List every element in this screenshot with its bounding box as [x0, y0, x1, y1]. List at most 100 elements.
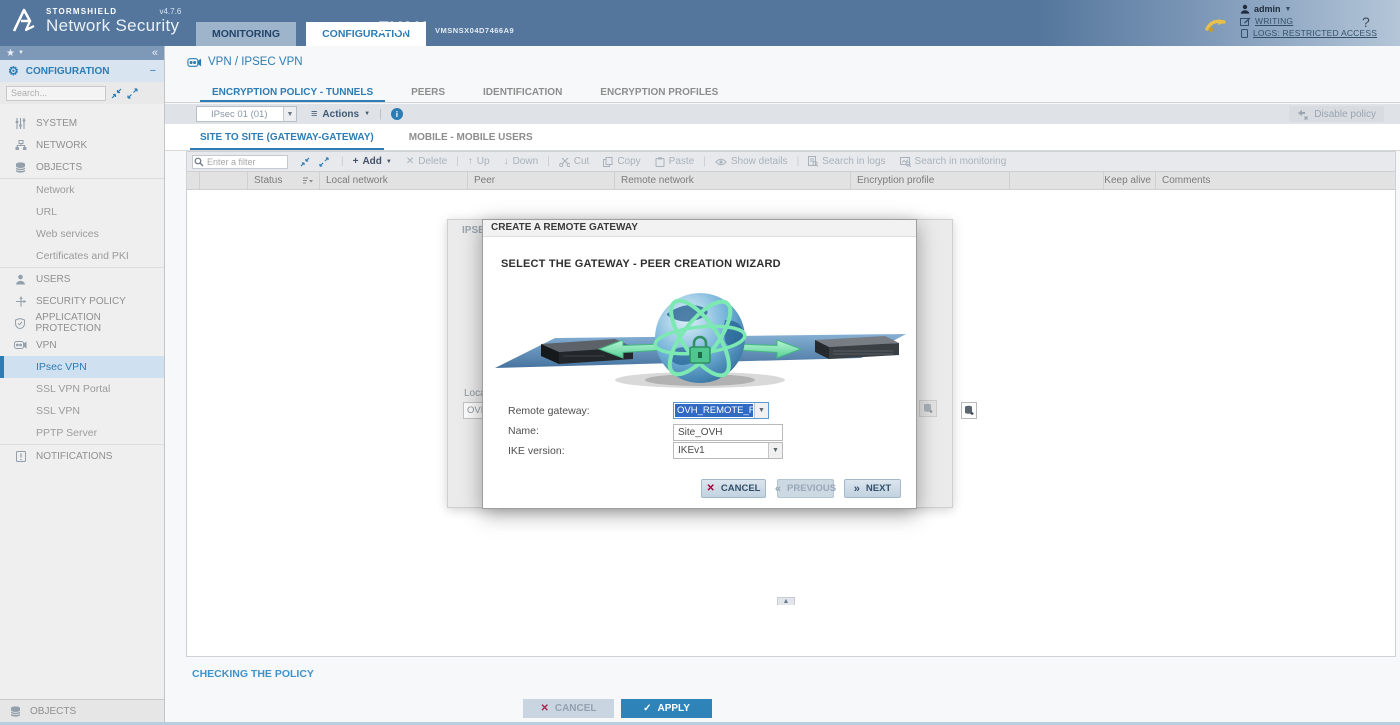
sidebar-item-network[interactable]: NETWORK	[0, 134, 164, 156]
subtab-mobile-users[interactable]: MOBILE - MOBILE USERS	[399, 124, 543, 150]
col-drag-handle	[187, 172, 200, 189]
policy-select[interactable]: IPsec 01 (01) ▼	[196, 106, 297, 122]
show-details-button[interactable]: Show details	[715, 156, 788, 167]
sidebar-collapse-icon[interactable]: «	[152, 47, 158, 59]
tab-encryption-profiles[interactable]: ENCRYPTION PROFILES	[588, 83, 730, 102]
paste-icon	[655, 157, 665, 167]
col-encryption-profile[interactable]: Encryption profile	[851, 172, 1010, 189]
checking-policy-link[interactable]: CHECKING THE POLICY	[192, 668, 314, 680]
sidebar-footer-objects[interactable]: OBJECTS	[0, 699, 164, 722]
filter-input[interactable]	[192, 155, 288, 169]
subtab-site-to-site[interactable]: SITE TO SITE (GATEWAY-GATEWAY)	[190, 124, 384, 150]
col-status[interactable]: Status	[248, 172, 320, 189]
copy-button[interactable]: Copy	[603, 156, 640, 167]
paste-button[interactable]: Paste	[655, 156, 695, 167]
sidebar-item-vpn[interactable]: VPN	[0, 334, 164, 356]
add-button[interactable]: + Add ▼	[353, 156, 392, 167]
expand-all-icon[interactable]	[127, 88, 138, 99]
chevron-down-icon: ▼	[364, 111, 370, 117]
info-icon[interactable]: i	[391, 108, 403, 120]
sidebar-item-system[interactable]: SYSTEM	[0, 112, 164, 134]
col-comments[interactable]: Comments	[1156, 172, 1395, 189]
actions-menu-button[interactable]: ≡ Actions ▼	[311, 108, 370, 120]
sidebar-item-certificates[interactable]: Certificates and PKI	[0, 245, 164, 267]
collapse-all-icon[interactable]	[111, 88, 122, 99]
remote-gateway-combobox[interactable]: OVH_REMOTE_FW ▼	[673, 402, 769, 419]
panel-collapse-chevron[interactable]: ▲	[777, 597, 795, 605]
apply-button[interactable]: ✓ APPLY	[621, 699, 712, 718]
sidebar-item-notifications[interactable]: NOTIFICATIONS	[0, 445, 164, 467]
logs-access-icon	[1240, 29, 1249, 38]
user-menu-caret-icon[interactable]: ▼	[1285, 6, 1292, 13]
tab-encryption-policy-tunnels[interactable]: ENCRYPTION POLICY - TUNNELS	[200, 83, 385, 102]
breadcrumb: VPN / IPSEC VPN	[187, 56, 303, 68]
wizard-cancel-button[interactable]: ✕ CANCEL	[701, 479, 766, 498]
sidebar-item-ipsec-vpn[interactable]: IPsec VPN	[0, 356, 164, 378]
tab-monitoring[interactable]: MONITORING	[196, 22, 296, 46]
chevron-down-icon[interactable]: ▼	[754, 403, 768, 418]
gear-icon: ⚙	[8, 64, 19, 78]
x-icon: ✕	[406, 156, 414, 167]
favorites-caret-icon[interactable]: ▼	[18, 50, 24, 56]
wizard-next-button[interactable]: » NEXT	[844, 479, 901, 498]
collapse-minus-icon[interactable]: −	[150, 65, 156, 77]
delete-button[interactable]: ✕ Delete	[406, 156, 447, 167]
chevron-down-icon[interactable]: ▼	[283, 107, 296, 121]
favorites-star-icon[interactable]: ★	[6, 48, 15, 59]
top-header: STORMSHIELD Network Security v4.7.6 MONI…	[0, 0, 1400, 46]
help-icon[interactable]: ?	[1362, 14, 1370, 30]
sidebar-search-input[interactable]	[6, 86, 106, 101]
sidebar-menu: SYSTEM NETWORK OBJECTS Network URL Web s…	[0, 112, 164, 467]
move-up-button[interactable]: ↑ Up	[468, 156, 490, 167]
eye-icon	[715, 158, 727, 166]
sidebar-item-ssl-vpn[interactable]: SSL VPN	[0, 400, 164, 422]
wizard-previous-button[interactable]: « PREVIOUS	[777, 479, 834, 498]
chevron-down-icon[interactable]: ▼	[768, 443, 782, 458]
session-hand-icon	[1205, 16, 1228, 33]
object-picker-button[interactable]	[961, 402, 977, 419]
sidebar: ★ ▼ « ⚙ CONFIGURATION − SYST	[0, 46, 165, 725]
sidebar-item-web-services[interactable]: Web services	[0, 223, 164, 245]
sidebar-item-objects[interactable]: OBJECTS	[0, 156, 164, 178]
col-keep-alive[interactable]: Keep alive	[1104, 172, 1156, 189]
move-down-button[interactable]: ↓ Down	[504, 156, 539, 167]
username[interactable]: admin	[1254, 4, 1281, 14]
sidebar-item-label: NETWORK	[36, 140, 87, 151]
sidebar-item-ssl-vpn-portal[interactable]: SSL VPN Portal	[0, 378, 164, 400]
col-local-network[interactable]: Local network	[320, 172, 468, 189]
user-icon	[14, 274, 27, 285]
tab-peers[interactable]: PEERS	[399, 83, 457, 102]
tab-identification[interactable]: IDENTIFICATION	[471, 83, 574, 102]
search-in-logs-button[interactable]: Search in logs	[808, 156, 885, 167]
sidebar-item-url[interactable]: URL	[0, 201, 164, 223]
device-serial: VMSNSX04D7466A9	[435, 26, 514, 35]
search-logs-icon	[808, 156, 818, 167]
search-in-monitoring-button[interactable]: Search in monitoring	[900, 156, 1007, 167]
sidebar-item-application-protection[interactable]: APPLICATION PROTECTION	[0, 312, 164, 334]
ike-version-select[interactable]: IKEv1 ▼	[673, 442, 783, 459]
network-icon	[14, 140, 27, 151]
col-remote-network[interactable]: Remote network	[615, 172, 851, 189]
cut-button[interactable]: Cut	[559, 156, 590, 167]
disable-policy-icon	[1297, 109, 1309, 120]
sidebar-item-network-sub[interactable]: Network	[0, 179, 164, 201]
collapse-rows-icon[interactable]	[300, 157, 310, 167]
sort-icon[interactable]	[302, 176, 313, 185]
sidebar-favorites-bar: ★ ▼ «	[0, 46, 164, 60]
sidebar-item-users[interactable]: USERS	[0, 268, 164, 290]
brand-name-large: Network Security	[46, 16, 179, 36]
sidebar-footer: OBJECTS	[0, 699, 164, 722]
x-icon: ✕	[540, 703, 548, 714]
sidebar-item-label: OBJECTS	[36, 162, 82, 173]
cancel-button[interactable]: ✕ CANCEL	[523, 699, 614, 718]
name-input[interactable]	[673, 424, 783, 441]
expand-rows-icon[interactable]	[319, 157, 329, 167]
sidebar-item-security-policy[interactable]: SECURITY POLICY	[0, 290, 164, 312]
writing-mode-link[interactable]: WRITING	[1255, 16, 1293, 26]
plus-icon: +	[353, 156, 359, 167]
logs-access-link[interactable]: LOGS: RESTRICTED ACCESS	[1253, 28, 1377, 38]
sidebar-item-pptp-server[interactable]: PPTP Server	[0, 422, 164, 444]
col-peer[interactable]: Peer	[468, 172, 615, 189]
disable-policy-button[interactable]: Disable policy	[1289, 106, 1384, 122]
sidebar-configuration-header[interactable]: ⚙ CONFIGURATION −	[0, 60, 164, 82]
